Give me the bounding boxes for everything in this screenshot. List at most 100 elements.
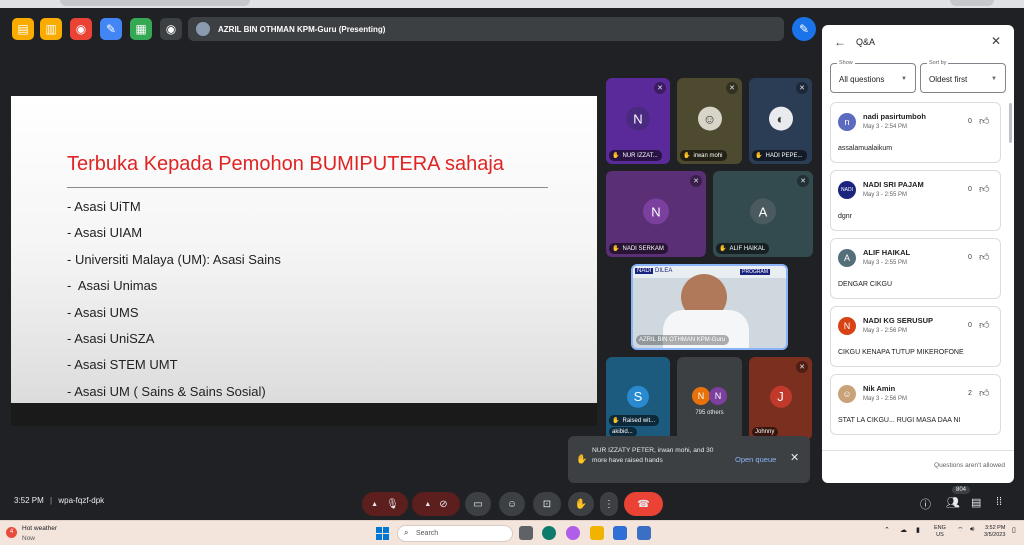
avatar: NADI: [838, 181, 856, 199]
thumbs-up-icon[interactable]: 👍︎: [979, 251, 989, 263]
chat-icon[interactable]: ▤: [971, 496, 981, 509]
question-text: STAT LA CIKGU... RUGI MASA DAA NI: [838, 417, 961, 424]
people-icon[interactable]: 👥︎: [946, 496, 960, 509]
edge-icon[interactable]: [542, 526, 556, 540]
participant-name: ALIF HAIKAL: [729, 245, 766, 252]
camera-button[interactable]: ▲ ⊘: [412, 492, 460, 516]
participant-tile[interactable]: A ✕ ✋ ALIF HAIKAL: [713, 171, 813, 257]
raised-hand-tag: ✋ Raised wit...: [609, 415, 660, 426]
volume-icon[interactable]: 🔊︎: [970, 526, 974, 534]
notifications-icon[interactable]: ▯: [1012, 526, 1016, 534]
separator: |: [50, 496, 53, 505]
polls-icon[interactable]: ▦: [130, 18, 152, 40]
more-vert-icon: ⋮: [604, 498, 614, 510]
address-bar[interactable]: [60, 0, 250, 6]
question-card: N NADI KG SERUSUP May 3 - 2:56 PM 0 👍︎ C…: [830, 306, 1001, 367]
slide-item: - Asasi UIAM: [67, 225, 143, 241]
raised-hand-icon: ✋: [612, 418, 620, 424]
avatar: A: [838, 249, 856, 267]
taskbar-search[interactable]: ⌕ Search: [397, 525, 513, 542]
thumbs-up-icon[interactable]: 👍︎: [979, 319, 989, 331]
slide-title: Terbuka Kepada Pemohon BUMIPUTERA sahaja: [67, 153, 504, 175]
avatar: S: [627, 385, 649, 408]
activities-icon[interactable]: ⁞⁞: [996, 496, 1002, 508]
open-queue-button[interactable]: Open queue: [735, 455, 776, 464]
wifi-icon[interactable]: ⌔: [957, 526, 964, 535]
copilot-icon[interactable]: [566, 526, 580, 540]
weather-alert-icon: 4: [6, 527, 17, 538]
raise-hand-button[interactable]: ✋: [568, 492, 594, 516]
info-icon[interactable]: ⓘ: [920, 496, 931, 512]
close-icon[interactable]: ✕: [790, 451, 799, 464]
participant-tile[interactable]: N ✕ ✋ NUR IZZAT...: [606, 78, 670, 164]
vote-count: 0: [968, 322, 972, 329]
avatar: n: [838, 113, 856, 131]
close-icon[interactable]: ✕: [991, 34, 1001, 48]
battery-icon[interactable]: ▮: [916, 526, 920, 534]
avatar: N: [626, 106, 650, 131]
raised-hand-icon: ✋: [755, 153, 763, 159]
question-card: A ALIF HAIKAL May 3 - 2:55 PM 0 👍︎ DENGA…: [830, 238, 1001, 299]
emoji-button[interactable]: ☺: [499, 492, 525, 516]
captions-button[interactable]: ▭: [465, 492, 491, 516]
presenter-video-tile[interactable]: NADI DILEA PROGRAM AZRIL BIN OTHMAN KPM-…: [631, 264, 788, 350]
store-icon[interactable]: [637, 526, 651, 540]
microphone-button[interactable]: ▲ 🎙︎: [362, 492, 408, 516]
others-tile[interactable]: N N 795 others: [677, 357, 742, 440]
thumbs-up-icon[interactable]: 👍︎: [979, 387, 989, 399]
raised-hand-icon: ✋: [683, 153, 691, 159]
video-logo: NADI: [635, 268, 654, 274]
sort-select[interactable]: Sort by Oldest first ▼: [920, 60, 1006, 93]
present-icon: ⊡: [542, 498, 552, 510]
participant-name-tag: ✋ NUR IZZAT...: [609, 150, 662, 161]
eye-icon[interactable]: ◉: [160, 18, 182, 40]
annotate-pen-button[interactable]: ✎: [792, 17, 816, 41]
record-icon[interactable]: ◉: [70, 18, 92, 40]
show-filter-value: All questions: [839, 75, 885, 84]
participant-tile[interactable]: S ✋ Raised wit... akibid...: [606, 357, 670, 440]
back-arrow-icon[interactable]: ←: [834, 35, 846, 49]
leave-call-button[interactable]: ☎: [624, 492, 663, 516]
avatar: ◐: [768, 106, 793, 131]
language-indicator[interactable]: ENG US: [934, 525, 946, 539]
addon-1-icon[interactable]: ▤: [12, 18, 34, 40]
show-filter-select[interactable]: Show All questions ▼: [830, 60, 916, 93]
question-card: ☺ Nik Amin May 3 - 2:56 PM 2 👍︎ STAT LA …: [830, 374, 1001, 435]
avatar: N: [838, 317, 856, 335]
system-clock[interactable]: 3:52 PM 3/5/2023: [984, 525, 1005, 539]
addon-2-icon[interactable]: ▥: [40, 18, 62, 40]
task-view-icon[interactable]: [519, 526, 533, 540]
chevron-up-icon[interactable]: ⌃: [884, 526, 890, 534]
participant-tile[interactable]: ☺ ✕ ✋ irwan mohi: [677, 78, 742, 164]
whiteboard-icon[interactable]: ✎: [100, 18, 122, 40]
question-time: May 3 - 2:56 PM: [863, 396, 908, 402]
participant-tile[interactable]: ◐ ✕ ✋ HADI PEPE...: [749, 78, 812, 164]
chevron-up-icon: ▲: [424, 500, 432, 508]
word-icon[interactable]: [613, 526, 627, 540]
browser-extension-area[interactable]: [950, 0, 994, 6]
present-button[interactable]: ⊡: [533, 492, 561, 516]
mic-off-icon: ✕: [796, 82, 808, 94]
thumbs-up-icon[interactable]: 👍︎: [979, 115, 989, 127]
participant-count-badge: 804: [952, 486, 971, 494]
mic-off-icon: ✕: [797, 175, 809, 187]
question-text: dgnr: [838, 213, 853, 220]
avatar: N: [709, 387, 727, 405]
participant-tile[interactable]: J ✕ Johnny: [749, 357, 812, 440]
weather-title: Hot weather: [22, 525, 58, 532]
windows-taskbar: 4 Hot weather Now ⌕ Search ⌃ ☁ ▮ ENG US …: [0, 520, 1024, 545]
scrollbar[interactable]: [1009, 103, 1012, 143]
others-count: 795 others: [695, 410, 724, 416]
file-explorer-icon[interactable]: [590, 526, 604, 540]
windows-start-icon[interactable]: [376, 527, 389, 540]
participant-tile[interactable]: N ✕ ✋ NADI SERKAM: [606, 171, 706, 257]
mic-off-icon: 🎙︎: [386, 498, 399, 510]
slide-list: - Asasi UiTM - Asasi UIAM - Universiti M…: [67, 194, 281, 405]
more-options-button[interactable]: ⋮: [600, 492, 618, 516]
thumbs-up-icon[interactable]: 👍︎: [979, 183, 989, 195]
qa-footer-text: Questions aren't allowed: [934, 462, 1005, 469]
presenting-banner[interactable]: AZRIL BIN OTHMAN KPM-Guru (Presenting): [188, 17, 784, 41]
language-code: ENG: [934, 525, 946, 531]
onedrive-icon[interactable]: ☁: [900, 526, 907, 534]
camera-off-icon: ⊘: [439, 498, 448, 510]
